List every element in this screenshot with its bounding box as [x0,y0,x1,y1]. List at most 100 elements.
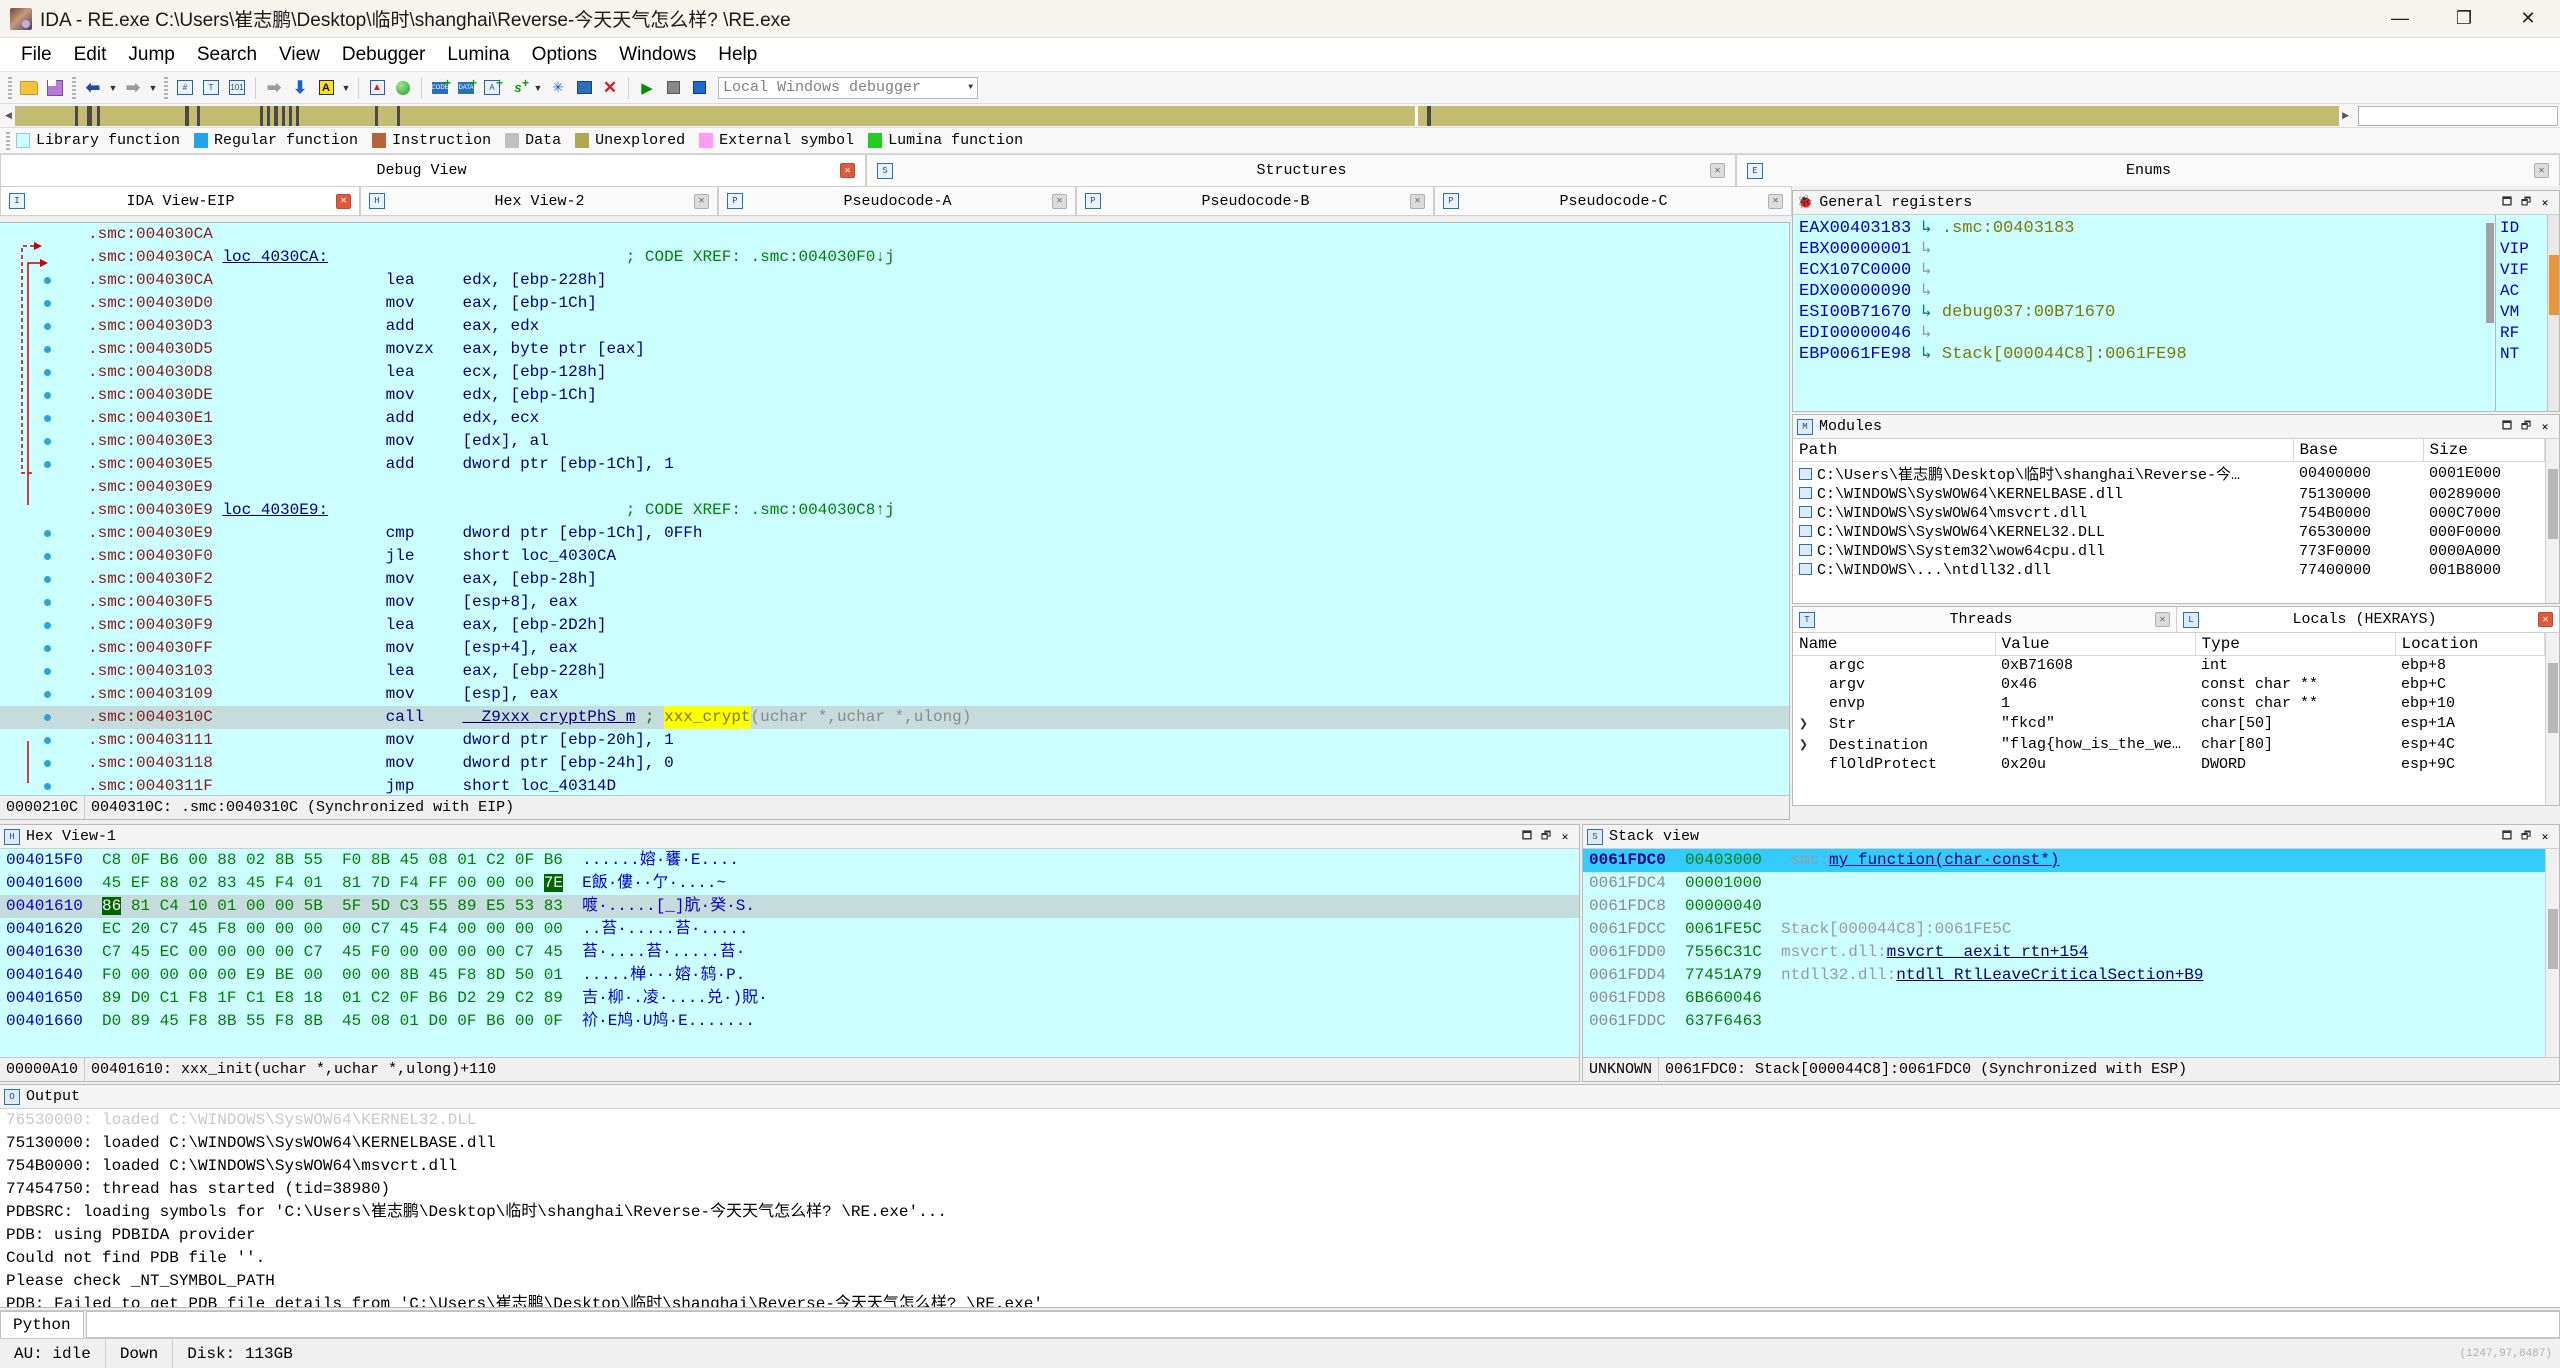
output-body[interactable]: 76530000: loaded C:\WINDOWS\SysWOW64\KER… [0,1109,2560,1307]
flags-scrollbar[interactable] [2547,215,2559,411]
tab-debug-view-close-icon[interactable]: ✕ [840,163,855,178]
disassembly-line[interactable]: .smc:004030E3 mov [edx], al [0,430,1789,453]
stack-row[interactable]: 0061FDDC 637F6463 [1583,1010,2559,1033]
rename-dropdown-icon[interactable]: ▼ [339,76,353,100]
navigate-forward-dropdown-icon[interactable]: ▼ [146,76,160,100]
disassembly-line[interactable]: .smc:00403118 mov dword ptr [ebp-24h], 0 [0,752,1789,775]
disassembly-line[interactable]: .smc:004030E9 cmp dword ptr [ebp-1Ch], 0… [0,522,1789,545]
menu-search[interactable]: Search [186,40,268,70]
make-string-dropdown-icon[interactable]: ▼ [531,76,545,100]
register-row[interactable]: EAX00403183 ↳ .smc:00403183 [1799,218,2485,239]
cpu-flag[interactable]: VIP [2500,239,2547,260]
table-row[interactable]: flOldProtect 0x20u DWORD esp+9C [1793,755,2545,774]
locals-col-location[interactable]: Location [2395,633,2545,656]
disassembly-line[interactable]: .smc:00403111 mov dword ptr [ebp-20h], 1 [0,729,1789,752]
navigate-back-icon[interactable]: ⬅ [81,76,105,100]
jump-to-icon[interactable]: ➡ [262,76,286,100]
cpu-flag[interactable]: ID [2500,218,2547,239]
hex-row[interactable]: 00401640 F0 00 00 00 00 E9 BE 00 00 00 8… [0,964,1579,987]
registers-close-icon[interactable]: ✕ [2537,195,2553,211]
tab-structures-close-icon[interactable]: ✕ [1710,163,1725,178]
make-string-icon[interactable]: s + [506,76,530,100]
registers-maximize-icon[interactable]: 🗖 [2499,195,2515,211]
tab-ida-view-eip[interactable]: I IDA View-EIP ✕ [0,186,360,215]
hex-view-body[interactable]: 004015F0 C8 0F B6 00 88 02 8B 55 F0 8B 4… [0,849,1579,1057]
cpu-flag[interactable]: AC [2500,281,2547,302]
disassembly-line[interactable]: .smc:004030D5 movzx eax, byte ptr [eax] [0,338,1789,361]
minimize-button[interactable]: — [2368,0,2432,37]
toolbar-grip-2[interactable] [72,76,76,99]
disassembly-line[interactable]: .smc:004030D3 add eax, edx [0,315,1789,338]
status-ok-icon[interactable] [391,76,415,100]
tab-pseudocode-c-close-icon[interactable]: ✕ [1768,193,1783,209]
save-icon[interactable] [43,76,67,100]
modules-col-path[interactable]: Path [1793,439,2294,462]
hex-view-maximize-icon[interactable]: 🗖 [1519,829,1535,845]
hex-row[interactable]: 00401600 45 EF 88 02 83 45 F4 01 81 7D F… [0,872,1579,895]
hex-row[interactable]: 00401610 86 81 C4 10 01 00 00 5B 5F 5D C… [0,895,1579,918]
locals-scrollbar[interactable] [2545,633,2559,805]
pause-icon[interactable] [661,76,685,100]
menu-edit[interactable]: Edit [63,40,118,70]
modules-restore-icon[interactable]: 🗗 [2518,419,2534,435]
table-row[interactable]: ❯ Str "fkcd" char[50] esp+1A [1793,713,2545,734]
stack-view-restore-icon[interactable]: 🗗 [2518,829,2534,845]
search-hex-icon[interactable]: # [173,76,197,100]
menu-options[interactable]: Options [521,40,608,70]
menu-debugger[interactable]: Debugger [331,40,436,70]
hex-row[interactable]: 00401660 D0 89 45 F8 8B 55 F8 8B 45 08 0… [0,1010,1579,1033]
tab-hex-view-2-close-icon[interactable]: ✕ [694,193,709,209]
cpu-flag[interactable]: RF [2500,323,2547,344]
tab-enums[interactable]: E Enums ✕ [1736,154,2560,186]
tab-enums-close-icon[interactable]: ✕ [2534,163,2549,178]
disassembly-line[interactable]: .smc:004030F5 mov [esp+8], eax [0,591,1789,614]
toolbar-grip[interactable] [8,76,12,99]
cpu-flag[interactable]: VIF [2500,260,2547,281]
disassembly-line[interactable]: .smc:004030F2 mov eax, [ebp-28h] [0,568,1789,591]
tab-threads-close-icon[interactable]: ✕ [2155,612,2170,627]
close-button[interactable]: ✕ [2496,0,2560,37]
disassembly-line[interactable]: .smc:004030E1 add edx, ecx [0,407,1789,430]
tab-threads[interactable]: T Threads ✕ [1793,607,2177,632]
run-icon[interactable]: ▶ [635,76,659,100]
stack-view-scrollbar[interactable] [2545,849,2559,1057]
stack-row[interactable]: 0061FDD0 7556C31C msvcrt.dll:msvcrt__aex… [1583,941,2559,964]
undefine-icon[interactable]: ✕ [598,76,622,100]
stack-view-maximize-icon[interactable]: 🗖 [2499,829,2515,845]
locals-col-value[interactable]: Value [1995,633,2196,656]
navigator-overview-box[interactable] [2358,105,2558,126]
menu-help[interactable]: Help [707,40,768,70]
registers-body[interactable]: EAX00403183 ↳ .smc:00403183 EBX00000001 ↳… [1793,215,2559,411]
registers-restore-icon[interactable]: 🗗 [2518,195,2534,211]
table-row[interactable]: C:\WINDOWS\...\ntdll32.dll 77400000 001B80… [1793,561,2545,580]
cpu-flag[interactable]: NT [2500,344,2547,365]
edit-function-icon[interactable] [572,76,596,100]
table-row[interactable]: C:\WINDOWS\System32\wow64cpu.dll 773F0000… [1793,542,2545,561]
rename-icon[interactable]: A [314,76,338,100]
tab-locals-close-icon[interactable]: ✕ [2538,612,2553,627]
register-row[interactable]: ECX107C0000 ↳ [1799,260,2485,281]
legend-grip[interactable] [6,131,10,150]
menu-jump[interactable]: Jump [117,40,185,70]
locals-col-type[interactable]: Type [2195,633,2396,656]
hex-row[interactable]: 00401630 C7 45 EC 00 00 00 00 C7 45 F0 0… [0,941,1579,964]
modules-close-icon[interactable]: ✕ [2537,419,2553,435]
disassembly-line[interactable]: .smc:004030E9 loc_4030E9: ; CODE XREF: .… [0,499,1789,522]
cli-input[interactable] [85,1311,2560,1338]
search-sequence-icon[interactable]: 101 [225,76,249,100]
tab-ida-view-eip-close-icon[interactable]: ✕ [336,193,351,209]
register-row[interactable]: EDX00000090 ↳ [1799,281,2485,302]
register-row[interactable]: ESI00B71670 ↳ debug037:00B71670 [1799,302,2485,323]
disassembly-line[interactable]: .smc:004030CA [0,223,1789,246]
navigate-forward-icon[interactable]: ➡ [121,76,145,100]
modules-col-base[interactable]: Base [2293,439,2424,462]
hex-row[interactable]: 00401650 89 D0 C1 F8 1F C1 E8 18 01 C2 0… [0,987,1579,1010]
table-row[interactable]: C:\WINDOWS\SysWOW64\KERNELBASE.dll 751300… [1793,485,2545,504]
stack-row[interactable]: 0061FDD8 6B660046 [1583,987,2559,1010]
disassembly-line[interactable]: .smc:004030F0 jle short loc_4030CA [0,545,1789,568]
disassembly-line[interactable]: .smc:004030FF mov [esp+4], eax [0,637,1789,660]
tab-structures[interactable]: S Structures ✕ [866,154,1736,186]
disassembly-line[interactable]: .smc:0040310C call __Z9xxx_cryptPhS_m ; … [0,706,1789,729]
debugger-selector[interactable]: Local Windows debugger ▼ [718,76,978,99]
stack-row[interactable]: 0061FDCC 0061FE5C Stack[000044C8]:0061FE… [1583,918,2559,941]
